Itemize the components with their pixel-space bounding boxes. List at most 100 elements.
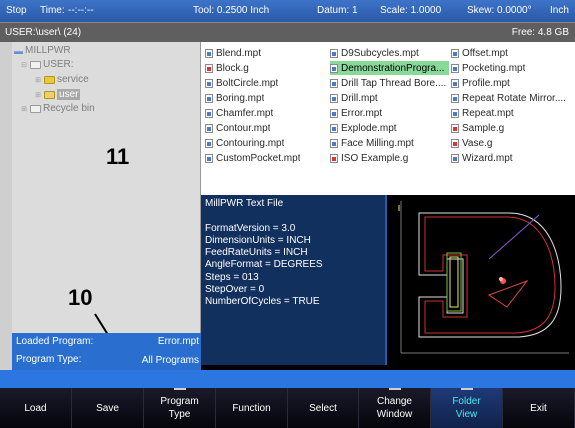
file-name: Vase.g — [462, 137, 493, 149]
softkey-bar: Load Save Program Type Function Select Change… — [0, 388, 575, 428]
preview-slot-inner — [449, 256, 459, 308]
program-file-icon — [205, 123, 213, 133]
file-name: Wizard.mpt — [462, 152, 513, 164]
file-item[interactable]: Contour.mpt — [205, 121, 324, 135]
softkey-exit[interactable]: Exit — [503, 388, 575, 428]
preview-slot — [446, 252, 462, 312]
file-name: D9Subcycles.mpt — [341, 47, 419, 59]
softkey-select[interactable]: Select — [288, 388, 359, 428]
machine-state: Stop — [6, 5, 27, 16]
program-file-icon — [451, 108, 459, 118]
file-item[interactable]: DemonstrationProgra... — [330, 61, 449, 75]
tree-item-user[interactable]: ⊞ user — [34, 88, 81, 101]
file-item[interactable]: Vase.g — [451, 136, 573, 150]
time-label: Time: — [40, 5, 65, 16]
tree-item-user-root[interactable]: ⊟ USER: — [20, 58, 74, 71]
file-name: CustomPocket.mpt — [216, 152, 301, 164]
program-file-icon — [451, 48, 459, 58]
file-name: Repeat.mpt — [462, 107, 514, 119]
file-name: Profile.mpt — [462, 77, 510, 89]
program-file-icon — [205, 138, 213, 148]
expand-icon[interactable]: ⊞ — [34, 76, 42, 84]
file-item[interactable]: Chamfer.mpt — [205, 106, 324, 120]
file-item[interactable]: Profile.mpt — [451, 76, 573, 90]
file-item[interactable]: Boring.mpt — [205, 91, 324, 105]
softkey-label: Select — [309, 402, 337, 414]
tree-item-label: USER: — [43, 59, 74, 70]
program-file-icon — [205, 153, 213, 163]
g-code-file-icon — [330, 153, 338, 163]
expand-icon[interactable]: ⊞ — [20, 105, 28, 113]
program-type-value: All Programs — [141, 355, 199, 366]
file-list[interactable]: Blend.mpt Block.g BoltCircle.mpt Boring.mpt… — [201, 42, 575, 195]
preview-line: DimensionUnits = INCH — [205, 234, 311, 246]
file-item[interactable]: BoltCircle.mpt — [205, 76, 324, 90]
file-name: Contouring.mpt — [216, 137, 285, 149]
file-item[interactable]: Explode.mpt — [330, 121, 449, 135]
file-name: Drill.mpt — [341, 92, 378, 104]
program-file-icon — [205, 78, 213, 88]
file-name: DemonstrationProgra... — [341, 62, 445, 74]
g-code-file-icon — [451, 123, 459, 133]
tool-readout: Tool: 0.2500 Inch — [193, 5, 270, 16]
softkey-function[interactable]: Function — [216, 388, 288, 428]
program-info-panel: Loaded Program: Error.mpt Program Type: … — [12, 333, 201, 370]
file-item[interactable]: Block.g — [205, 61, 324, 75]
submenu-indicator-icon — [173, 388, 186, 390]
program-file-icon — [330, 48, 338, 58]
tree-item-service[interactable]: ⊞ service — [34, 73, 89, 86]
file-item[interactable]: Wizard.mpt — [451, 151, 573, 165]
folder-tree[interactable]: ▬ MILLPWR ⊟ USER: ⊞ service ⊞ user ⊞ Rec… — [12, 42, 201, 333]
file-item[interactable]: Repeat Rotate Mirror.... — [451, 91, 573, 105]
path-bar: USER:\user\ (24) Free: 4.8 GB — [0, 22, 575, 42]
units-readout: Inch — [550, 5, 569, 16]
collapse-icon[interactable]: ⊟ — [20, 61, 28, 69]
program-type-label: Program Type: — [16, 354, 82, 365]
program-file-icon — [330, 123, 338, 133]
submenu-indicator-icon — [460, 388, 473, 390]
tree-item-label: user — [57, 89, 81, 100]
file-item[interactable]: Contouring.mpt — [205, 136, 324, 150]
callout-11: 11 — [106, 144, 130, 169]
file-name: Blend.mpt — [216, 47, 262, 59]
program-file-icon — [451, 93, 459, 103]
file-item[interactable]: D9Subcycles.mpt — [330, 46, 449, 60]
program-file-icon — [330, 78, 338, 88]
program-file-icon — [451, 63, 459, 73]
file-name: Pocketing.mpt — [462, 62, 526, 74]
preview-line: AngleFormat = DEGREES — [205, 259, 323, 271]
file-item[interactable]: Face Milling.mpt — [330, 136, 449, 150]
file-item[interactable]: Pocketing.mpt — [451, 61, 573, 75]
program-file-icon — [330, 138, 338, 148]
file-item[interactable]: Drill.mpt — [330, 91, 449, 105]
softkey-load[interactable]: Load — [0, 388, 72, 428]
current-path: USER:\user\ (24) — [5, 27, 82, 38]
softkey-save[interactable]: Save — [72, 388, 144, 428]
drive-icon: ▬ — [14, 45, 23, 56]
folder-open-icon — [30, 60, 41, 69]
expand-icon[interactable]: ⊞ — [34, 91, 42, 99]
file-name: Contour.mpt — [216, 122, 271, 134]
datum-readout: Datum: 1 — [317, 5, 358, 16]
file-item[interactable]: ISO Example.g — [330, 151, 449, 165]
file-item[interactable]: Drill Tap Thread Bore.... — [330, 76, 449, 90]
file-name: Sample.g — [462, 122, 505, 134]
file-item[interactable]: Repeat.mpt — [451, 106, 573, 120]
file-item[interactable]: Blend.mpt — [205, 46, 324, 60]
softkey-label: Exit — [530, 402, 547, 414]
softkey-label: Save — [96, 402, 119, 414]
program-file-icon — [205, 93, 213, 103]
softkey-program-type[interactable]: Program Type — [144, 388, 216, 428]
file-item[interactable]: CustomPocket.mpt — [205, 151, 324, 165]
program-type-row: Program Type: All Programs — [12, 352, 201, 368]
softkey-change-window[interactable]: Change Window — [359, 388, 431, 428]
file-item[interactable]: Error.mpt — [330, 106, 449, 120]
tree-item-millpwr[interactable]: ▬ MILLPWR — [14, 44, 71, 57]
program-file-icon — [205, 108, 213, 118]
free-space: Free: 4.8 GB — [511, 27, 569, 38]
softkey-folder-view[interactable]: Folder View — [431, 388, 503, 428]
tree-item-recycle-bin[interactable]: ⊞ Recycle bin — [20, 102, 95, 115]
file-item[interactable]: Offset.mpt — [451, 46, 573, 60]
file-item[interactable]: Sample.g — [451, 121, 573, 135]
loaded-program-row: Loaded Program: Error.mpt — [12, 334, 201, 350]
